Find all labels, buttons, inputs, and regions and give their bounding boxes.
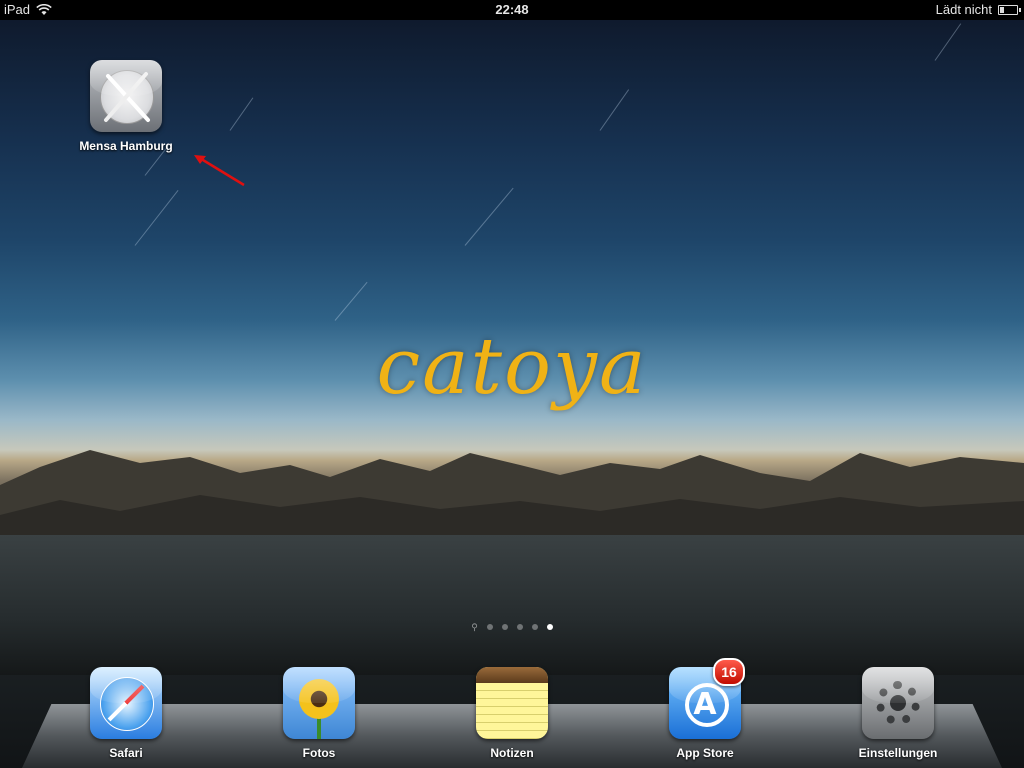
- plate-cutlery-icon: [90, 60, 162, 132]
- page-dot[interactable]: [486, 624, 493, 630]
- status-time: 22:48: [495, 2, 529, 17]
- app-label: Einstellungen: [858, 746, 938, 760]
- dock-app-app-store[interactable]: A 16 App Store: [657, 658, 753, 760]
- page-dot[interactable]: [531, 624, 538, 630]
- app-label: Mensa Hamburg: [79, 139, 173, 153]
- page-dot[interactable]: [516, 624, 523, 630]
- red-arrow-annotation: [194, 155, 245, 187]
- app-label: Fotos: [302, 746, 336, 760]
- app-label: Safari: [109, 746, 143, 760]
- app-mensa-hamburg[interactable]: Mensa Hamburg: [78, 60, 174, 153]
- status-bar: iPad 22:48 Lädt nicht: [0, 0, 1024, 20]
- lake-reflection: [0, 535, 1024, 675]
- dock-app-safari[interactable]: Safari: [78, 667, 174, 760]
- sunflower-icon: [283, 667, 355, 739]
- app-label: Notizen: [490, 746, 534, 760]
- compass-icon: [90, 667, 162, 739]
- gear-icon: [862, 667, 934, 739]
- charging-status: Lädt nicht: [935, 2, 992, 17]
- page-dot[interactable]: [501, 624, 508, 630]
- dock-app-einstellungen[interactable]: Einstellungen: [850, 667, 946, 760]
- search-page-icon[interactable]: ⚲: [471, 623, 478, 632]
- app-label: App Store: [676, 746, 734, 760]
- notification-badge: 16: [713, 658, 745, 686]
- page-indicator[interactable]: ⚲: [0, 623, 1024, 632]
- wallpaper-brand-text: catoya: [376, 322, 648, 412]
- battery-icon: [998, 4, 1021, 15]
- dock-app-fotos[interactable]: Fotos: [271, 667, 367, 760]
- dock-app-notizen[interactable]: Notizen: [464, 667, 560, 760]
- mountain-range: [0, 450, 1024, 545]
- page-dot-active[interactable]: [546, 624, 553, 630]
- notepad-icon: [476, 667, 548, 739]
